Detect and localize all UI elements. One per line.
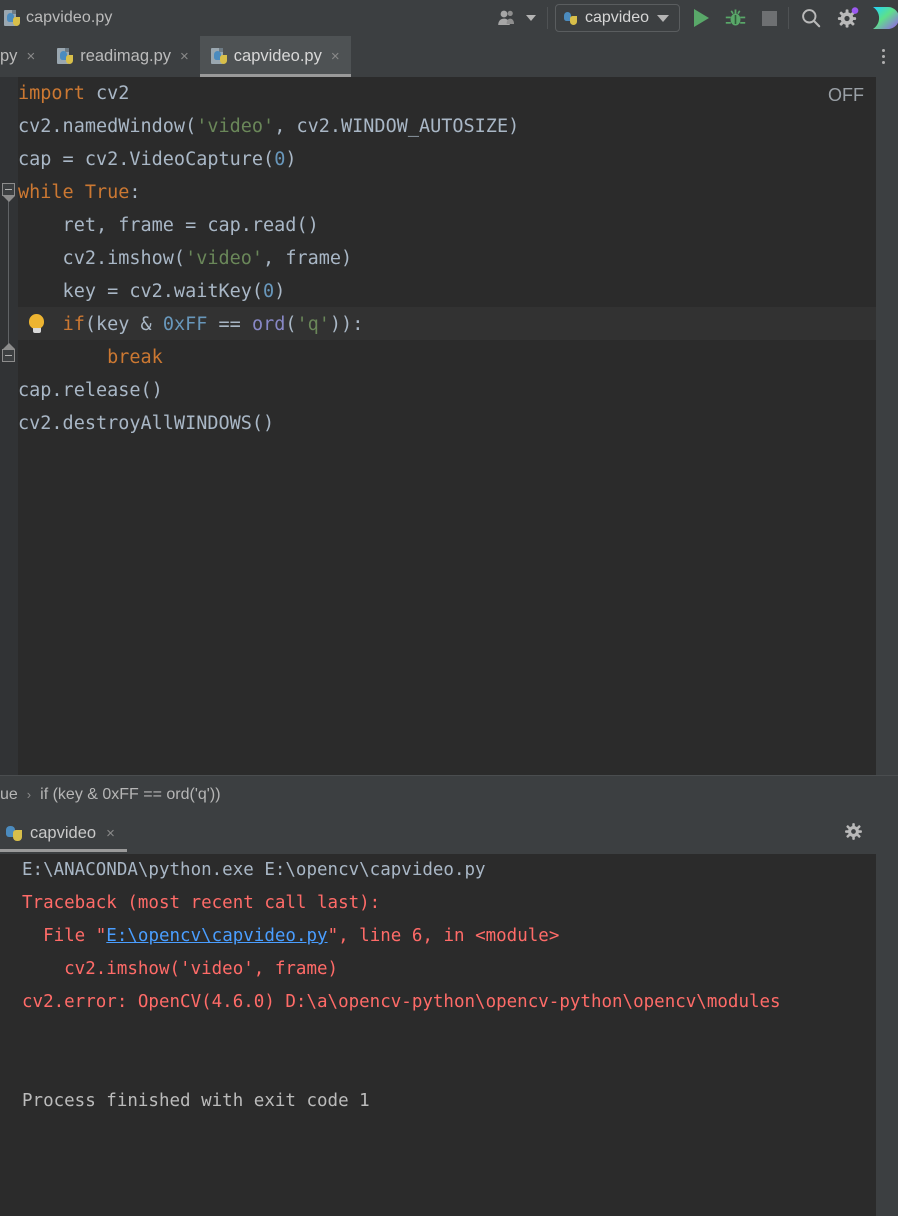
console-line-error: cv2.error: OpenCV(4.6.0) D:\a\opencv-pyt… [22,992,781,1012]
code-line-4: while True: [18,182,141,203]
editor-tab-label: py [0,47,18,65]
console-line-command: E:\ANACONDA\python.exe E:\opencv\capvide… [22,860,486,880]
fold-caret-up-icon [3,343,15,349]
chevron-down-icon [525,15,536,21]
code-line-6: cv2.imshow('video', frame) [18,248,353,269]
code-line-2: cv2.namedWindow('video', cv2.WINDOW_AUTO… [18,116,520,137]
code-line-5: ret, frame = cap.read() [18,215,319,236]
code-line-3: cap = cv2.VideoCapture(0) [18,149,297,170]
breadcrumb: ue › if (key & 0xFF == ord('q')) [0,775,898,813]
search-icon [802,9,821,28]
search-everywhere-button[interactable] [796,3,826,33]
python-file-icon [4,9,20,27]
run-settings-button[interactable] [843,821,864,847]
editor-tab-label: capvideo.py [233,47,322,65]
code-fold-end-icon[interactable] [2,349,15,362]
close-icon[interactable]: × [106,826,115,841]
editor-tab-readimag[interactable]: readimag.py × [46,36,200,77]
toolbar-divider [546,7,548,29]
close-icon[interactable]: × [331,49,340,64]
debug-button[interactable] [721,3,750,33]
console-output[interactable]: E:\ANACONDA\python.exe E:\opencv\capvide… [0,854,876,1216]
tab-options-menu[interactable] [868,36,898,77]
file-link[interactable]: E:\opencv\capvideo.py [106,926,327,946]
pycharm-window: capvideo.py capvideo py × readimag.py × … [0,0,898,1216]
run-button[interactable] [690,3,713,33]
code-line-10: cap.release() [18,380,163,401]
run-configuration-selector[interactable]: capvideo [554,4,680,32]
close-icon[interactable]: × [26,49,35,64]
code-fold-collapse-icon[interactable] [2,183,15,196]
code-with-me-dropdown[interactable] [522,3,540,33]
run-tab-capvideo[interactable]: capvideo × [0,813,127,854]
stop-square-icon [762,10,777,26]
close-icon[interactable]: × [180,49,189,64]
fold-caret-down-icon [3,196,15,202]
code-line-11: cv2.destroyAllWINDOWS() [18,413,275,434]
console-line-file: File "E:\opencv\capvideo.py", line 6, in… [22,926,560,946]
editor-tab-truncated[interactable]: py × [0,36,46,77]
inspection-widget[interactable]: OFF [828,85,864,106]
gear-icon [837,7,859,28]
python-file-icon [57,48,74,65]
run-tab-label: capvideo [30,824,97,842]
page-title: capvideo.py [26,9,113,26]
settings-button[interactable] [832,3,864,33]
console-line-traceback: Traceback (most recent call last): [22,893,381,913]
toolbar-divider-2 [788,7,789,29]
python-file-icon [210,48,227,65]
breadcrumb-item-while[interactable]: ue [0,786,18,804]
python-config-icon [563,11,577,25]
window-title-group: capvideo.py [4,9,113,27]
run-tool-window-header: capvideo × [0,813,898,854]
console-line-finished: Process finished with exit code 1 [22,1091,370,1111]
stop-button[interactable] [758,3,781,33]
run-triangle-icon [694,9,709,27]
code-line-7: key = cv2.waitKey(0) [18,281,286,302]
console-marker-gutter[interactable] [876,854,898,1216]
toolbar-actions: capvideo [492,0,898,36]
editor-tab-bar: py × readimag.py × capvideo.py × [0,36,898,77]
code-with-me-button[interactable] [492,3,522,33]
python-icon [6,825,22,842]
code-line-8: if(key & 0xFF == ord('q')): [62,314,364,335]
chevron-down-icon [657,14,669,22]
breadcrumb-item-if[interactable]: if (key & 0xFF == ord('q')) [40,786,220,804]
code-line-9: break [107,347,163,368]
run-tool-window-actions [843,821,898,847]
debug-bug-icon [725,9,746,25]
ai-assistant-button[interactable] [866,3,898,33]
console-line-source: cv2.imshow('video', frame) [22,959,339,979]
code-text-area[interactable]: import cv2 cv2.namedWindow('video', cv2.… [18,77,876,775]
ai-assistant-icon [873,7,898,29]
code-editor[interactable]: import cv2 cv2.namedWindow('video', cv2.… [0,77,876,775]
editor-tab-capvideo[interactable]: capvideo.py × [199,36,351,77]
editor-tab-label: readimag.py [80,47,172,65]
editor-gutter[interactable] [0,77,18,775]
title-bar: capvideo.py capvideo [0,0,898,36]
breadcrumb-separator-icon: › [26,787,32,802]
code-line-1: import cv2 [18,83,130,104]
people-icon [498,10,514,25]
gear-icon [845,822,862,840]
run-configuration-label: capvideo [584,9,649,26]
editor-marker-gutter[interactable] [876,77,898,775]
